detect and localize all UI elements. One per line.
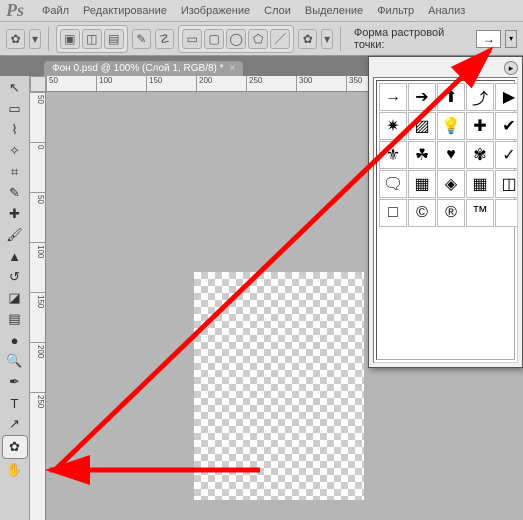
ruler-tick: 0 bbox=[30, 142, 45, 192]
layer-mode-group: ▣ ◫ ▤ bbox=[56, 25, 128, 53]
shape-tile[interactable]: ◫ bbox=[495, 170, 518, 198]
stamp-tool[interactable]: ▲ bbox=[3, 246, 27, 266]
shape-speech[interactable]: 🗨 bbox=[379, 170, 407, 198]
ruler-vertical: 50050100150200250 bbox=[30, 92, 46, 520]
healing-tool[interactable]: ✚ bbox=[3, 204, 27, 224]
menu-layers[interactable]: Слои bbox=[264, 5, 291, 17]
shape-picker-popup: ▸ →➔⬆⤴▶✷▨💡✚✔⚜☘♥✾✓🗨▦◈▦◫□©®™ bbox=[368, 56, 523, 368]
shape-halftone[interactable]: ▦ bbox=[408, 170, 436, 198]
shape-leaf[interactable]: ☘ bbox=[408, 141, 436, 169]
tool-preset-icon[interactable]: ✿ bbox=[6, 29, 25, 49]
shape-arrow-thin[interactable]: → bbox=[379, 83, 407, 111]
shape-check-bold[interactable]: ✔ bbox=[495, 112, 518, 140]
shape-copyright[interactable]: © bbox=[408, 199, 436, 227]
menu-select[interactable]: Выделение bbox=[305, 5, 363, 17]
rectangle-icon[interactable]: ▭ bbox=[182, 29, 202, 49]
shape-layer-icon[interactable]: ▣ bbox=[60, 29, 80, 49]
pen-tool[interactable]: ✒ bbox=[3, 372, 27, 392]
marquee-tool[interactable]: ▭ bbox=[3, 99, 27, 119]
dodge-tool[interactable]: 🔍 bbox=[3, 351, 27, 371]
menu-edit[interactable]: Редактирование bbox=[83, 5, 167, 17]
path-select-tool[interactable]: ↗ bbox=[3, 414, 27, 434]
lasso-tool[interactable]: ⌇ bbox=[3, 120, 27, 140]
ruler-tick: 300 bbox=[296, 76, 346, 91]
shape-check[interactable]: ✓ bbox=[495, 141, 518, 169]
shape-fleur[interactable]: ⚜ bbox=[379, 141, 407, 169]
ruler-tick: 200 bbox=[30, 342, 45, 392]
shape-heart[interactable]: ♥ bbox=[437, 141, 465, 169]
close-icon[interactable]: × bbox=[230, 63, 236, 74]
ruler-tick: 50 bbox=[30, 192, 45, 242]
shape-square[interactable]: □ bbox=[379, 199, 407, 227]
popup-menu-icon[interactable]: ▸ bbox=[504, 61, 518, 75]
shape-diamond-pattern[interactable]: ◈ bbox=[437, 170, 465, 198]
options-bar: ✿ ▾ ▣ ◫ ▤ ✎ ☡ ▭ ▢ ◯ ⬠ ／ ✿ ▾ Форма растро… bbox=[0, 22, 523, 56]
shape-stripes[interactable]: ▨ bbox=[408, 112, 436, 140]
ruler-tick: 150 bbox=[146, 76, 196, 91]
pen-icon[interactable]: ✎ bbox=[132, 29, 151, 49]
ruler-tick: 100 bbox=[30, 242, 45, 292]
toolbox: ↖▭⌇✧⌗✎✚🖌▲↺◪▤●🔍✒T↗✿✋ bbox=[0, 76, 30, 520]
move-tool[interactable]: ↖ bbox=[3, 78, 27, 98]
shape-starburst[interactable]: ✷ bbox=[379, 112, 407, 140]
ruler-tick: 250 bbox=[30, 392, 45, 442]
polygon-icon[interactable]: ⬠ bbox=[248, 29, 268, 49]
ruler-tick: 150 bbox=[30, 292, 45, 342]
shape-picker-toggle[interactable]: ▾ bbox=[505, 30, 517, 48]
shape-grid: →➔⬆⤴▶✷▨💡✚✔⚜☘♥✾✓🗨▦◈▦◫□©®™ bbox=[376, 80, 515, 360]
freeform-pen-icon[interactable]: ☡ bbox=[155, 29, 174, 49]
app-logo: Ps bbox=[6, 0, 24, 21]
blur-tool[interactable]: ● bbox=[3, 330, 27, 350]
transparent-region bbox=[194, 272, 364, 500]
rounded-rect-icon[interactable]: ▢ bbox=[204, 29, 224, 49]
ruler-tick: 250 bbox=[246, 76, 296, 91]
shape-label: Форма растровой точки: bbox=[354, 27, 473, 51]
type-tool[interactable]: T bbox=[3, 393, 27, 413]
shape-arrow-up-bold[interactable]: ⬆ bbox=[437, 83, 465, 111]
separator bbox=[340, 27, 341, 51]
shape-registered[interactable]: ® bbox=[437, 199, 465, 227]
shape-blob[interactable]: ✾ bbox=[466, 141, 494, 169]
document-tab[interactable]: Фон 0.psd @ 100% (Слой 1, RGB/8) * × bbox=[44, 61, 243, 76]
fill-pixels-icon[interactable]: ▤ bbox=[104, 29, 124, 49]
popup-toolbar: ▸ bbox=[373, 61, 518, 75]
ruler-tick: 50 bbox=[30, 92, 45, 142]
path-icon[interactable]: ◫ bbox=[82, 29, 102, 49]
custom-shape-options-icon[interactable]: ▾ bbox=[321, 29, 333, 49]
shape-trademark[interactable]: ™ bbox=[466, 199, 494, 227]
brush-tool[interactable]: 🖌 bbox=[3, 225, 27, 245]
ruler-tick: 50 bbox=[46, 76, 96, 91]
menu-image[interactable]: Изображение bbox=[181, 5, 250, 17]
shape-arrow-play[interactable]: ▶ bbox=[495, 83, 518, 111]
line-icon[interactable]: ／ bbox=[270, 29, 290, 49]
menu-filter[interactable]: Фильтр bbox=[377, 5, 414, 17]
shape-preview[interactable]: → bbox=[476, 30, 501, 48]
shape-grid[interactable]: ▦ bbox=[466, 170, 494, 198]
custom-shape-tool[interactable]: ✿ bbox=[2, 435, 28, 459]
eyedropper-tool[interactable]: ✎ bbox=[3, 183, 27, 203]
gradient-tool[interactable]: ▤ bbox=[3, 309, 27, 329]
history-brush-tool[interactable]: ↺ bbox=[3, 267, 27, 287]
menu-file[interactable]: Файл bbox=[42, 5, 69, 17]
document-title: Фон 0.psd @ 100% (Слой 1, RGB/8) * bbox=[52, 63, 224, 74]
shape-cross[interactable]: ✚ bbox=[466, 112, 494, 140]
shape-bulb[interactable]: 💡 bbox=[437, 112, 465, 140]
ruler-tick: 100 bbox=[96, 76, 146, 91]
ellipse-icon[interactable]: ◯ bbox=[226, 29, 246, 49]
eraser-tool[interactable]: ◪ bbox=[3, 288, 27, 308]
menu-bar: Ps Файл Редактирование Изображение Слои … bbox=[0, 0, 523, 22]
separator bbox=[48, 27, 49, 51]
custom-shape-icon[interactable]: ✿ bbox=[298, 29, 317, 49]
shape-arrow-bold[interactable]: ➔ bbox=[408, 83, 436, 111]
shape-empty[interactable] bbox=[495, 199, 518, 227]
crop-tool[interactable]: ⌗ bbox=[3, 162, 27, 182]
hand-tool[interactable]: ✋ bbox=[3, 460, 27, 480]
ruler-corner bbox=[30, 76, 46, 92]
shape-tools-group: ▭ ▢ ◯ ⬠ ／ bbox=[178, 25, 294, 53]
wand-tool[interactable]: ✧ bbox=[3, 141, 27, 161]
ruler-tick: 200 bbox=[196, 76, 246, 91]
menu-analysis[interactable]: Анализ bbox=[428, 5, 465, 17]
tool-preset-dropdown-icon[interactable]: ▾ bbox=[29, 29, 41, 49]
shape-arrow-curve-up[interactable]: ⤴ bbox=[466, 83, 494, 111]
